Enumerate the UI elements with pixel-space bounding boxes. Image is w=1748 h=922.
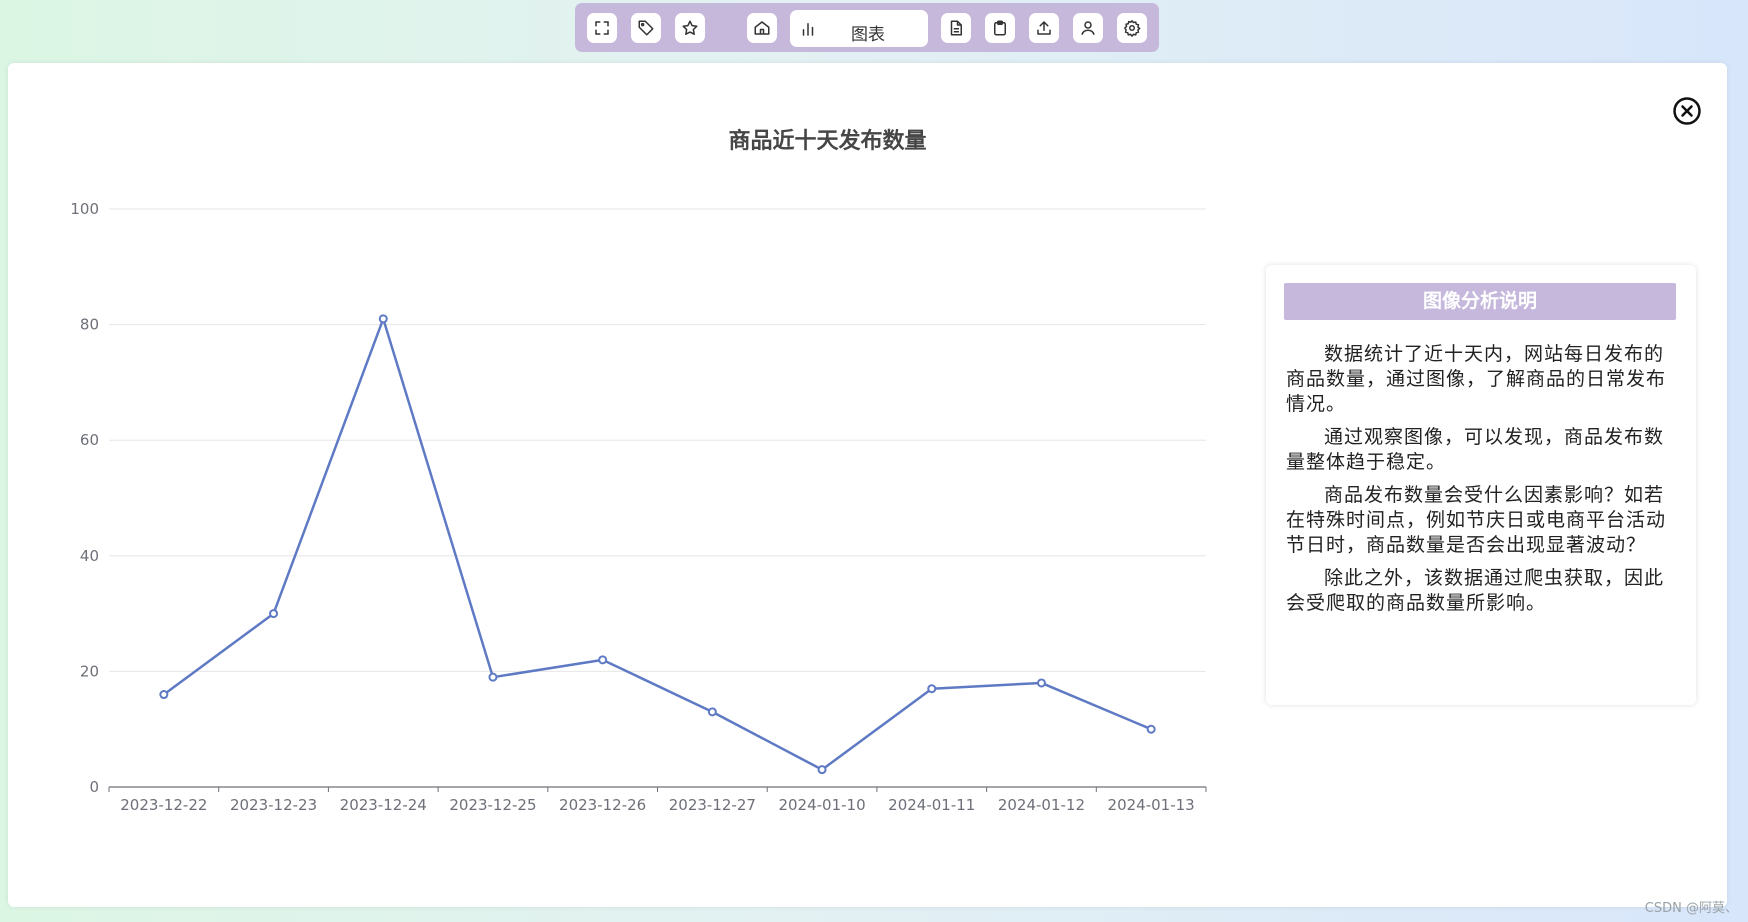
- line-chart: 商品近十天发布数量 0 20 40 60 80 100 2023-12-22 2023-12-2…: [70, 128, 1207, 814]
- x-tick-label: 2023-12-25: [449, 796, 536, 814]
- y-tick-label: 0: [89, 778, 99, 796]
- user-button[interactable]: [1073, 13, 1103, 43]
- watermark: CSDN @阿莫、: [1644, 901, 1738, 916]
- upload-icon: [1037, 21, 1051, 35]
- user-icon: [1081, 21, 1095, 35]
- x-tick-label: 2024-01-12: [998, 796, 1085, 814]
- data-point: [1146, 724, 1156, 734]
- x-tick-label: 2023-12-22: [120, 796, 207, 814]
- gear-icon: [1123, 19, 1141, 37]
- tag-icon: [638, 20, 654, 36]
- fullscreen-button[interactable]: [587, 13, 617, 43]
- x-tick-label: 2023-12-24: [340, 796, 427, 814]
- document-button[interactable]: [941, 13, 971, 43]
- close-circle-icon: [1673, 97, 1701, 125]
- data-point: [707, 707, 717, 717]
- home-icon: [754, 21, 770, 35]
- top-toolbar: 图表: [575, 3, 1159, 52]
- fullscreen-icon: [595, 21, 609, 35]
- data-point: [378, 314, 388, 324]
- x-tick-label: 2023-12-27: [669, 796, 756, 814]
- y-tick-label: 100: [70, 200, 99, 218]
- chart-tab[interactable]: 图表: [790, 10, 928, 47]
- x-tick-label: 2024-01-13: [1108, 796, 1195, 814]
- series-line: [163, 317, 1152, 771]
- x-tick-label: 2023-12-23: [230, 796, 317, 814]
- data-point: [488, 672, 498, 682]
- y-tick-label: 80: [80, 316, 99, 334]
- x-tick-label: 2023-12-26: [559, 796, 646, 814]
- home-button[interactable]: [747, 13, 777, 43]
- favorite-button[interactable]: [675, 13, 705, 43]
- data-point: [927, 684, 937, 694]
- close-button[interactable]: [1672, 96, 1702, 126]
- x-tick-label: 2024-01-11: [888, 796, 975, 814]
- chart-title: 商品近十天发布数量: [728, 128, 926, 154]
- tag-button[interactable]: [631, 13, 661, 43]
- x-tick-label: 2024-01-10: [778, 796, 865, 814]
- clipboard-button[interactable]: [985, 13, 1015, 43]
- panel-paragraph: 商品发布数量会受什么因素影响？如若在特殊时间点，例如节庆日或电商平台活动节日时，…: [1286, 484, 1667, 556]
- chart-tab-label: 图表: [851, 25, 885, 45]
- data-point: [159, 690, 169, 700]
- star-icon: [682, 20, 698, 35]
- y-tick-label: 20: [80, 662, 99, 680]
- panel-title: 图像分析说明: [1284, 283, 1676, 320]
- data-point: [1036, 678, 1046, 688]
- y-tick-label: 40: [80, 547, 99, 565]
- clipboard-icon: [994, 20, 1006, 36]
- panel-paragraph: 数据统计了近十天内，网站每日发布的商品数量，通过图像，了解商品的日常发布情况。: [1286, 343, 1667, 415]
- settings-button[interactable]: [1117, 13, 1147, 43]
- analysis-panel: 图像分析说明 数据统计了近十天内，网站每日发布的商品数量，通过图像，了解商品的日…: [1266, 265, 1696, 705]
- data-point: [817, 765, 827, 775]
- panel-body: 数据统计了近十天内，网站每日发布的商品数量，通过图像，了解商品的日常发布情况。 …: [1286, 342, 1676, 624]
- panel-paragraph: 通过观察图像，可以发现，商品发布数量整体趋于稳定。: [1286, 426, 1665, 473]
- y-tick-label: 60: [80, 431, 99, 449]
- panel-paragraph: 除此之外，该数据通过爬虫获取，因此会受爬取的商品数量所影响。: [1286, 567, 1665, 614]
- chart-card: 商品近十天发布数量 0 20 40 60 80 100 2023-12-22 2023-12-2…: [8, 63, 1727, 907]
- data-point: [598, 655, 608, 665]
- document-icon: [950, 20, 962, 36]
- upload-button[interactable]: [1029, 13, 1059, 43]
- data-point: [269, 609, 279, 619]
